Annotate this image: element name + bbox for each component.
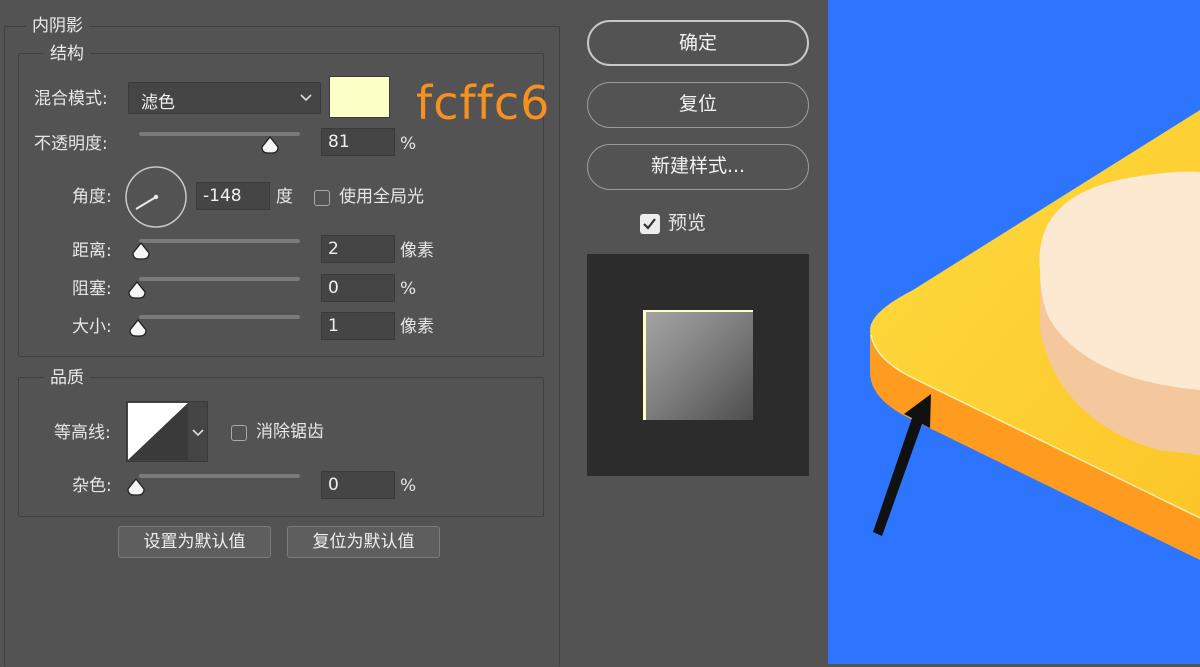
opacity-slider-thumb[interactable] bbox=[260, 136, 280, 154]
size-unit: 像素 bbox=[400, 317, 434, 337]
distance-input[interactable]: 2 bbox=[321, 235, 395, 263]
opacity-unit: % bbox=[400, 134, 417, 154]
preview-checkbox[interactable] bbox=[640, 214, 660, 234]
anti-aliased-label: 消除锯齿 bbox=[256, 422, 324, 442]
noise-input[interactable]: 0 bbox=[321, 471, 395, 499]
canvas-illustration bbox=[828, 0, 1200, 664]
new-style-button[interactable]: 新建样式... bbox=[587, 144, 809, 190]
quality-title: 品质 bbox=[44, 368, 90, 388]
distance-slider-thumb[interactable] bbox=[131, 242, 151, 260]
noise-slider-track[interactable] bbox=[139, 474, 300, 478]
ok-button[interactable]: 确定 bbox=[587, 20, 809, 66]
reset-default-button[interactable]: 复位为默认值 bbox=[287, 526, 440, 558]
chevron-down-icon bbox=[300, 94, 312, 102]
use-global-light-checkbox[interactable] bbox=[314, 190, 330, 206]
angle-unit: 度 bbox=[276, 187, 293, 207]
angle-label: 角度: bbox=[72, 187, 112, 207]
choke-input[interactable]: 0 bbox=[321, 274, 395, 302]
angle-dial[interactable] bbox=[124, 165, 188, 229]
angle-input[interactable]: -148 bbox=[196, 182, 270, 210]
preview-label: 预览 bbox=[668, 212, 707, 234]
choke-label: 阻塞: bbox=[72, 279, 112, 299]
distance-slider-track[interactable] bbox=[139, 239, 300, 243]
chevron-down-icon bbox=[192, 429, 204, 437]
layer-style-dialog: 内阴影 结构 混合模式: 滤色 fcffc6 不透明度: 81 % 角度: -1… bbox=[0, 0, 828, 667]
distance-unit: 像素 bbox=[400, 241, 434, 261]
preview-panel bbox=[587, 254, 809, 476]
noise-unit: % bbox=[400, 476, 417, 496]
color-hex-annotation: fcffc6 bbox=[416, 76, 551, 130]
distance-label: 距离: bbox=[72, 241, 112, 261]
noise-label: 杂色: bbox=[72, 476, 112, 496]
opacity-label: 不透明度: bbox=[34, 134, 108, 154]
size-slider-track[interactable] bbox=[139, 315, 300, 319]
preview-swatch bbox=[643, 310, 753, 420]
structure-title: 结构 bbox=[44, 44, 90, 64]
blend-mode-label: 混合模式: bbox=[34, 89, 108, 109]
checkmark-icon bbox=[643, 218, 656, 230]
anti-aliased-checkbox[interactable] bbox=[231, 425, 247, 441]
inner-shadow-title: 内阴影 bbox=[26, 16, 89, 36]
blend-mode-value: 滤色 bbox=[141, 93, 175, 113]
contour-picker[interactable] bbox=[126, 401, 208, 462]
blend-mode-select[interactable]: 滤色 bbox=[128, 82, 321, 114]
reset-button[interactable]: 复位 bbox=[587, 82, 809, 128]
size-slider-thumb[interactable] bbox=[128, 319, 148, 337]
choke-slider-track[interactable] bbox=[139, 277, 300, 281]
opacity-input[interactable]: 81 bbox=[321, 128, 395, 156]
size-label: 大小: bbox=[72, 317, 112, 337]
choke-slider-thumb[interactable] bbox=[127, 281, 147, 299]
contour-preview-icon bbox=[128, 403, 188, 460]
contour-label: 等高线: bbox=[54, 423, 111, 443]
noise-slider-thumb[interactable] bbox=[126, 478, 146, 496]
make-default-button[interactable]: 设置为默认值 bbox=[118, 526, 271, 558]
use-global-light-label: 使用全局光 bbox=[339, 187, 424, 207]
shadow-color-swatch[interactable] bbox=[329, 76, 390, 118]
size-input[interactable]: 1 bbox=[321, 312, 395, 340]
choke-unit: % bbox=[400, 279, 417, 299]
